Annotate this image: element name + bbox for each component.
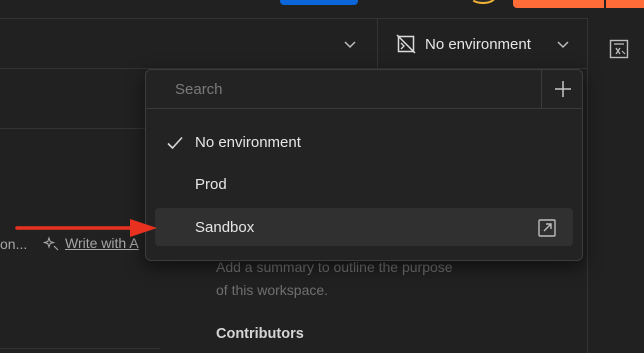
option-label: No environment [195,134,301,151]
search-divider [541,70,542,109]
environment-selector-label[interactable]: No environment [425,36,531,53]
chevron-down-icon[interactable] [555,36,571,52]
annotation-arrow [15,217,160,239]
no-environment-icon [396,34,416,54]
section-divider [0,348,160,349]
upgrade-caret-button[interactable] [606,0,644,8]
contributors-heading: Contributors [216,326,304,342]
environment-search-input[interactable] [160,76,530,102]
plus-icon[interactable] [551,77,575,101]
variables-icon[interactable] [608,38,630,60]
header-divider [377,18,378,69]
option-label: Sandbox [195,219,255,236]
right-sidebar [587,18,644,353]
workspace-summary-placeholder[interactable]: Add a summary to outline the purpose of … [216,256,456,302]
section-divider [0,128,160,129]
check-icon [166,135,184,151]
chevron-down-icon[interactable] [342,36,358,52]
upgrade-button[interactable] [513,0,604,8]
option-label: Prod [195,176,227,193]
invite-button[interactable] [280,0,358,5]
open-external-icon[interactable] [537,218,557,238]
